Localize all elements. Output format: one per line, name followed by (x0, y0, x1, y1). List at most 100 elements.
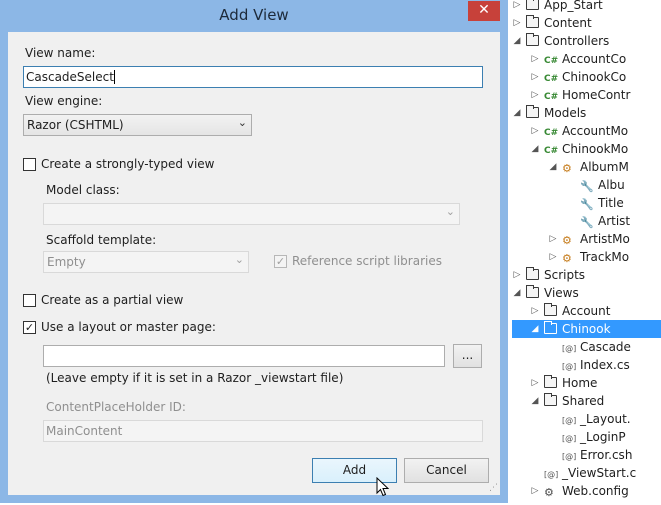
tree-item[interactable]: [@] Cascade (512, 338, 661, 356)
expand-arrow-icon[interactable]: ▷ (530, 50, 540, 68)
tree-item[interactable]: [@] Error.csh (512, 446, 661, 464)
config-file-icon: ⚙ (544, 486, 554, 499)
tree-item[interactable]: ▷ C# AccountCo (512, 50, 661, 68)
tree-item-label: Models (544, 106, 587, 120)
placeholder-id-input[interactable]: MainContent (43, 420, 483, 442)
tree-item[interactable]: [@] _Layout. (512, 410, 661, 428)
tree-item[interactable]: 🔧 Artist (512, 212, 661, 230)
tree-item-label: AccountMo (562, 124, 629, 138)
tree-item-label: Chinook (562, 322, 611, 336)
add-view-dialog: Add View ✕ View name: CascadeSelect View… (0, 0, 508, 503)
tree-item-label: Web.config (562, 484, 629, 498)
placeholder-id-label: ContentPlaceHolder ID: (46, 400, 186, 414)
csharp-file-icon: C# (544, 92, 559, 102)
layout-path-input[interactable] (43, 345, 445, 367)
tree-item-label: Index.cs (580, 358, 630, 372)
partial-view-label[interactable]: Create as a partial view (41, 293, 183, 307)
folder-icon (526, 105, 539, 118)
tree-item[interactable]: ◢ C# ChinookMo (512, 140, 661, 158)
tree-item-label: Error.csh (580, 448, 633, 462)
expand-arrow-icon[interactable]: ▷ (548, 230, 558, 248)
collapse-arrow-icon[interactable]: ◢ (512, 284, 522, 302)
folder-icon (544, 321, 557, 334)
reference-scripts-checkbox[interactable]: ✓ (274, 255, 287, 268)
collapse-arrow-icon[interactable]: ◢ (530, 140, 540, 158)
dialog-titlebar[interactable]: Add View ✕ (0, 0, 508, 31)
resize-grip-icon[interactable]: ⋰ (489, 483, 498, 493)
tree-item[interactable]: 🔧 Albu (512, 176, 661, 194)
close-button[interactable]: ✕ (468, 1, 500, 21)
tree-item-label: Albu (598, 178, 625, 192)
view-name-label: View name: (25, 46, 96, 60)
tree-item[interactable]: 🔧 Title (512, 194, 661, 212)
scaffold-template-select[interactable]: Empty ⌄ (43, 251, 249, 273)
expand-arrow-icon[interactable]: ▷ (512, 266, 522, 284)
tree-item[interactable]: ▷ Account (512, 302, 661, 320)
close-icon: ✕ (478, 2, 490, 18)
mouse-pointer-icon (376, 477, 390, 497)
collapse-arrow-icon[interactable]: ◢ (530, 320, 540, 338)
expand-arrow-icon[interactable]: ▷ (530, 122, 540, 140)
folder-icon (526, 15, 539, 28)
view-name-input[interactable]: CascadeSelect (23, 66, 483, 88)
property-icon: 🔧 (580, 198, 594, 211)
tree-item-label: Title (598, 196, 624, 210)
tree-item[interactable]: ▷ ⚙ Web.config (512, 482, 661, 500)
tree-item[interactable]: ◢ ⚙ AlbumM (512, 158, 661, 176)
tree-item[interactable]: ▷ Scripts (512, 266, 661, 284)
tree-item[interactable]: ▷ App_Start (512, 0, 661, 14)
razor-view-icon: [@] (562, 452, 577, 461)
placeholder-id-value: MainContent (46, 424, 123, 438)
checkmark-icon: ✓ (275, 255, 286, 268)
tree-item[interactable]: ▷ Home (512, 374, 661, 392)
tree-item[interactable]: ▷ C# HomeContr (512, 86, 661, 104)
tree-item[interactable]: ◢ Shared (512, 392, 661, 410)
expand-arrow-icon[interactable]: ▷ (512, 0, 522, 14)
tree-item[interactable]: ◢ Views (512, 284, 661, 302)
model-class-select[interactable]: ⌄ (43, 203, 460, 225)
reference-scripts-label[interactable]: Reference script libraries (292, 254, 442, 268)
tree-item-label: ChinookCo (562, 70, 627, 84)
expand-arrow-icon[interactable]: ▷ (548, 248, 558, 266)
tree-item[interactable]: ▷ C# ChinookCo (512, 68, 661, 86)
tree-item-label: AlbumM (580, 160, 629, 174)
tree-item[interactable]: ▷ Content (512, 14, 661, 32)
tree-item-label: App_Start (544, 0, 603, 12)
tree-item[interactable]: [@] Index.cs (512, 356, 661, 374)
folder-icon (526, 33, 539, 46)
collapse-arrow-icon[interactable]: ◢ (548, 158, 558, 176)
expand-arrow-icon[interactable]: ▷ (530, 482, 540, 500)
tree-item[interactable]: ◢ Chinook (512, 320, 661, 338)
strongly-typed-checkbox[interactable] (23, 158, 36, 171)
tree-item[interactable]: ▷ C# AccountMo (512, 122, 661, 140)
expand-arrow-icon[interactable]: ▷ (512, 14, 522, 32)
expand-arrow-icon[interactable]: ▷ (530, 302, 540, 320)
tree-item[interactable]: [@] _LoginP (512, 428, 661, 446)
tree-item[interactable]: ▷ ⚙ TrackMo (512, 248, 661, 266)
tree-item[interactable]: ◢ Controllers (512, 32, 661, 50)
partial-view-checkbox[interactable] (23, 294, 36, 307)
use-layout-label[interactable]: Use a layout or master page: (41, 320, 216, 334)
expand-arrow-icon[interactable]: ▷ (530, 374, 540, 392)
tree-item-label: AccountCo (562, 52, 627, 66)
view-engine-label: View engine: (25, 94, 103, 108)
expand-arrow-icon[interactable]: ▷ (530, 68, 540, 86)
view-engine-select[interactable]: Razor (CSHTML) ⌄ (23, 114, 252, 136)
view-engine-value: Razor (CSHTML) (27, 118, 124, 132)
strongly-typed-label[interactable]: Create a strongly-typed view (41, 157, 214, 171)
tree-item[interactable]: ◢ Models (512, 104, 661, 122)
expand-arrow-icon[interactable]: ▷ (530, 86, 540, 104)
collapse-arrow-icon[interactable]: ◢ (512, 32, 522, 50)
csharp-file-icon: C# (544, 128, 559, 138)
cancel-button[interactable]: Cancel (404, 458, 489, 483)
tree-item-label: TrackMo (580, 250, 630, 264)
collapse-arrow-icon[interactable]: ◢ (512, 104, 522, 122)
scaffold-template-value: Empty (47, 255, 86, 269)
tree-item[interactable]: ▷ ⚙ ArtistMo (512, 230, 661, 248)
collapse-arrow-icon[interactable]: ◢ (530, 392, 540, 410)
use-layout-checkbox[interactable]: ✓ (23, 321, 36, 334)
razor-view-icon: [@] (562, 434, 577, 443)
csharp-file-icon: C# (544, 146, 559, 156)
browse-button[interactable]: ... (453, 344, 482, 368)
tree-item[interactable]: [@] _ViewStart.c (512, 464, 661, 482)
